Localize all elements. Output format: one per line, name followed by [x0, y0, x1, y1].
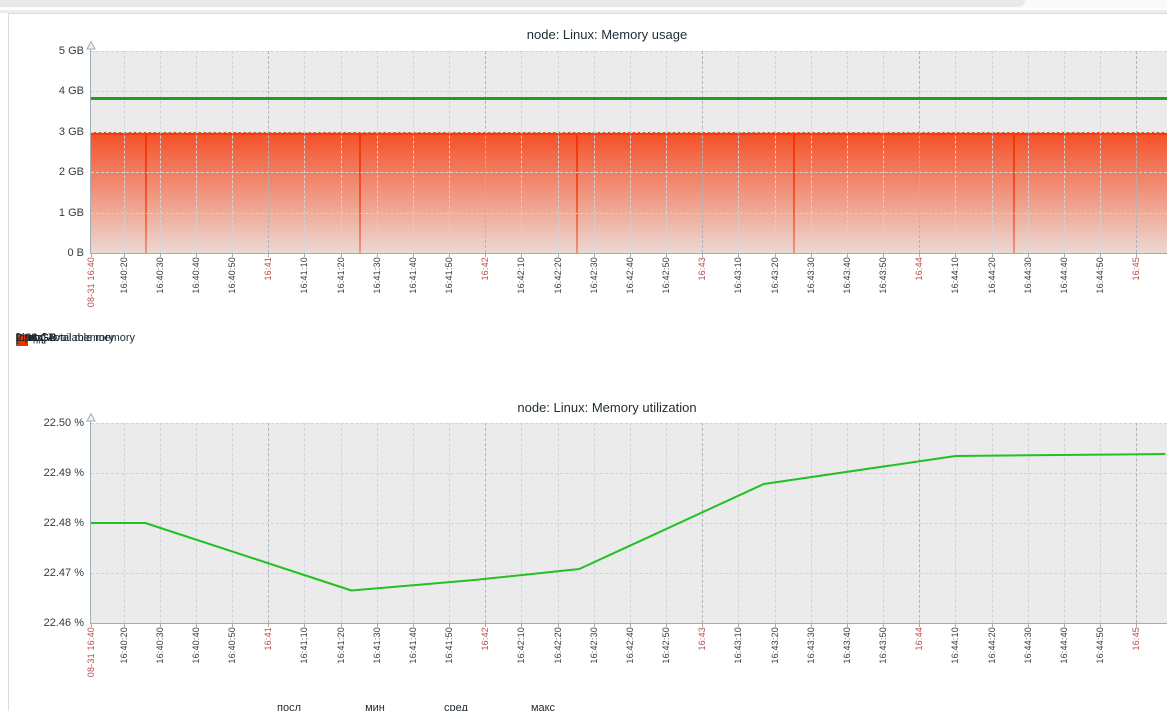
top-chrome-background	[0, 0, 1167, 8]
dashboard-widget-panel	[8, 13, 1167, 711]
zabbix-graph-page: node: Linux: Memory usage 0 B1 GB2 GB3 G…	[0, 0, 1167, 711]
top-chrome-strip	[0, 0, 1025, 7]
